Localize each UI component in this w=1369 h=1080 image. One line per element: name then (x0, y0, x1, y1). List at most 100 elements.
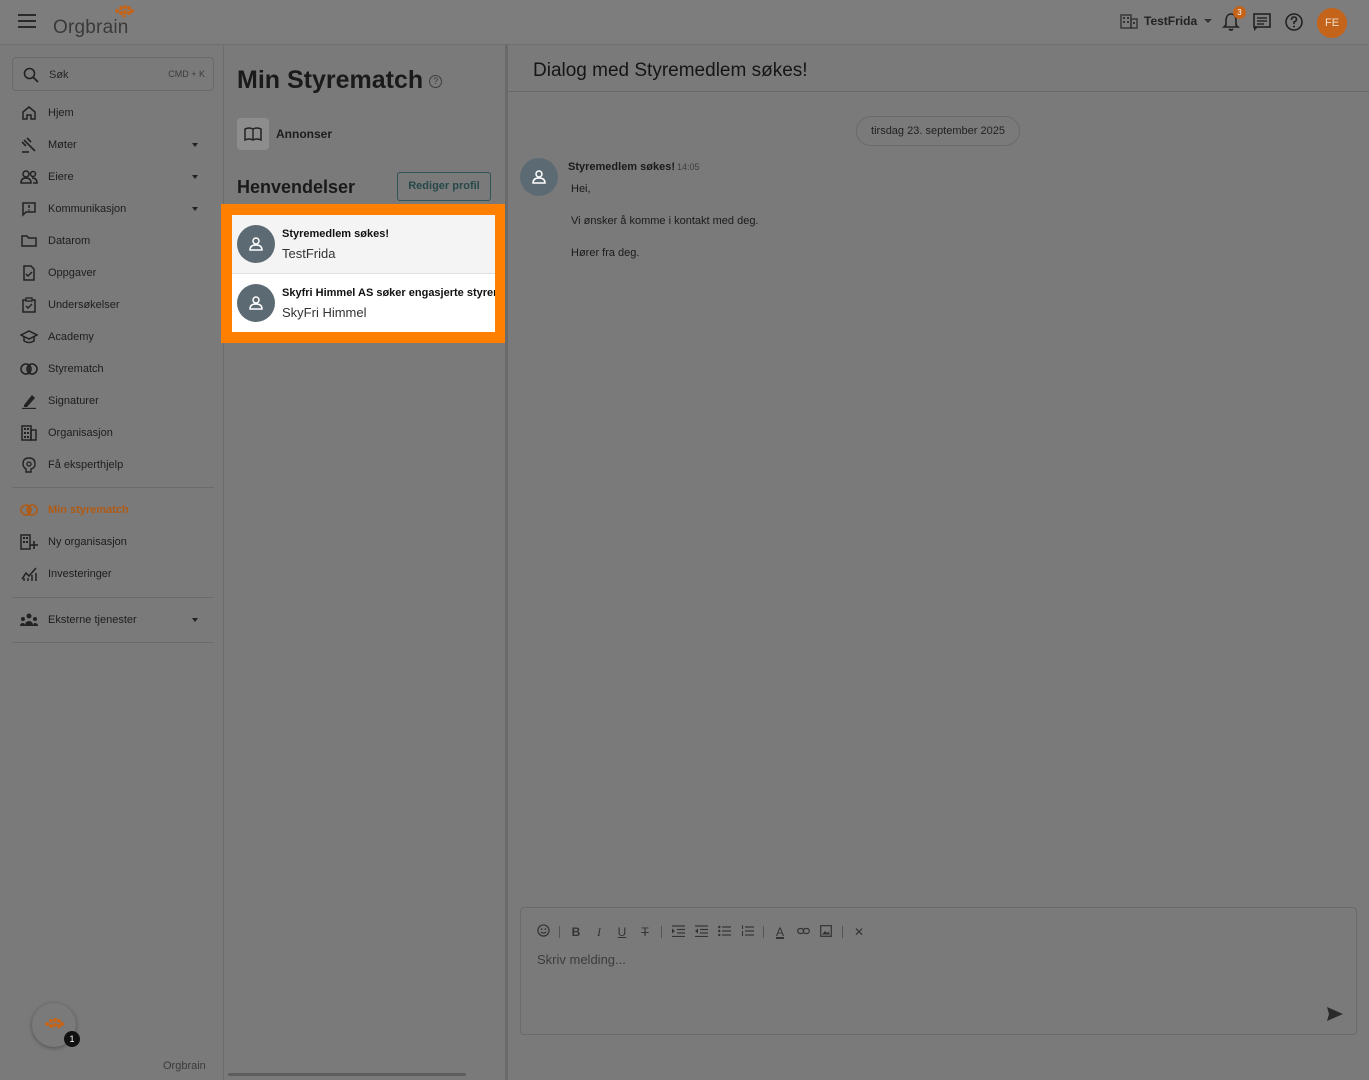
sidebar-item-signaturer[interactable]: Signaturer (0, 385, 224, 417)
message-sender: Styremedlem søkes! (568, 161, 675, 173)
home-icon (20, 104, 38, 122)
app-logo[interactable]: Orgbrain (53, 5, 134, 39)
sidebar-item-label: Eiere (48, 171, 74, 183)
image-icon[interactable] (819, 924, 833, 940)
secondary-nav: Min styrematch Ny organisasjon Investeri… (0, 494, 224, 590)
indent-icon[interactable] (671, 924, 685, 940)
chevron-down-icon (192, 618, 198, 622)
building-icon (20, 424, 38, 442)
chat-header: Dialog med Styremedlem søkes! (508, 45, 1369, 92)
sidebar-item-label: Investeringer (48, 568, 112, 580)
sidebar-item-organisasjon[interactable]: Organisasjon (0, 417, 224, 449)
formatting-toolbar: B I U T A ✕ (536, 924, 875, 940)
sidebar-item-min-styrematch[interactable]: Min styrematch (0, 494, 224, 526)
sidebar-item-undersokelser[interactable]: Undersøkelser (0, 289, 224, 321)
sidebar-item-styrematch[interactable]: Styrematch (0, 353, 224, 385)
sidebar-item-eksterne-tjenester[interactable]: Eksterne tjenester (0, 604, 224, 636)
horizontal-scrollbar[interactable] (228, 1073, 466, 1076)
italic-icon[interactable]: I (592, 925, 606, 940)
messages-icon[interactable] (1252, 12, 1272, 32)
styrematch-icon (20, 501, 38, 519)
menu-icon[interactable] (18, 14, 36, 28)
expert-help-icon (20, 456, 38, 474)
survey-icon (20, 296, 38, 314)
org-switcher[interactable]: TestFrida (1120, 13, 1213, 29)
folder-icon (20, 232, 38, 250)
edit-profile-button[interactable]: Rediger profil (397, 172, 491, 201)
sidebar-item-hjem[interactable]: Hjem (0, 97, 224, 129)
signature-icon (20, 392, 38, 410)
gavel-icon (20, 136, 38, 154)
numbered-list-icon[interactable] (740, 925, 754, 940)
sidebar-item-label: Eksterne tjenester (48, 614, 137, 626)
message-time: 14:05 (677, 162, 700, 172)
date-separator: tirsdag 23. september 2025 (856, 116, 1020, 146)
clear-format-icon[interactable]: ✕ (852, 925, 866, 939)
message-line: Vi ønsker å komme i kontakt med deg. (571, 215, 759, 227)
text-color-icon[interactable]: A (773, 925, 787, 939)
sidebar-item-eksperthjelp[interactable]: Få eksperthjelp (0, 449, 224, 481)
sidebar-item-label: Undersøkelser (48, 299, 120, 311)
sidebar-item-ny-organisasjon[interactable]: Ny organisasjon (0, 526, 224, 558)
page-title-text: Min Styrematch (237, 66, 424, 94)
chevron-down-icon (192, 143, 198, 147)
sidebar-item-oppgaver[interactable]: Oppgaver (0, 257, 224, 289)
sidebar-item-label: Hjem (48, 107, 74, 119)
sidebar-item-investeringer[interactable]: Investeringer (0, 558, 224, 590)
annonser-link[interactable]: Annonser (237, 118, 332, 150)
page-title: Min Styrematch? (237, 66, 443, 95)
emoji-icon[interactable] (536, 924, 550, 940)
user-avatar[interactable]: FE (1317, 8, 1347, 38)
search-icon (23, 67, 39, 83)
outdent-icon[interactable] (694, 924, 708, 940)
chat-title: Dialog med Styremedlem søkes! (533, 60, 808, 81)
styrematch-icon (20, 360, 38, 378)
chevron-down-icon (192, 175, 198, 179)
tertiary-nav: Eksterne tjenester (0, 604, 224, 636)
sidebar-item-eiere[interactable]: Eiere (0, 161, 224, 193)
brain-logo-icon (115, 5, 134, 18)
sidebar-item-label: Få eksperthjelp (48, 459, 124, 471)
sidebar-item-datarom[interactable]: Datarom (0, 225, 224, 257)
sidebar-item-moter[interactable]: Møter (0, 129, 224, 161)
brain-logo-icon (45, 1018, 64, 1028)
people-icon (20, 168, 38, 186)
chevron-down-icon (192, 207, 198, 211)
org-name: TestFrida (1144, 14, 1198, 28)
annonser-label: Annonser (276, 127, 333, 141)
sidebar-item-label: Møter (48, 139, 77, 151)
message-composer[interactable]: B I U T A ✕ Skriv melding... (520, 907, 1357, 1035)
help-icon[interactable]: ? (429, 74, 443, 88)
new-building-icon (20, 533, 38, 551)
graduation-cap-icon (20, 328, 38, 346)
send-icon[interactable] (1326, 1006, 1344, 1022)
link-icon[interactable] (796, 925, 810, 939)
toolbar-separator (763, 926, 764, 938)
help-chat-button[interactable]: 1 (32, 1003, 80, 1047)
main-nav: Hjem Møter Eiere Kommunikasjon Datarom O… (0, 97, 224, 481)
sidebar-item-academy[interactable]: Academy (0, 321, 224, 353)
bullet-list-icon[interactable] (717, 925, 731, 940)
building-icon (1120, 14, 1138, 29)
person-icon (532, 170, 546, 184)
message-avatar (520, 158, 558, 196)
chat-panel: Dialog med Styremedlem søkes! tirsdag 23… (508, 45, 1369, 1080)
help-badge: 1 (64, 1031, 80, 1047)
toolbar-separator (842, 926, 843, 938)
search-box[interactable]: Søk CMD + K (12, 57, 214, 91)
message-input[interactable]: Skriv melding... (537, 952, 626, 967)
sidebar-item-kommunikasjon[interactable]: Kommunikasjon (0, 193, 224, 225)
underline-icon[interactable]: U (615, 925, 629, 939)
sidebar: Søk CMD + K Hjem Møter Eiere Kommunikasj… (0, 45, 224, 1080)
henvendelser-heading: Henvendelser (237, 177, 356, 197)
sidebar-divider (12, 642, 214, 643)
chat-icon (20, 200, 38, 218)
search-shortcut: CMD + K (168, 69, 205, 79)
sidebar-item-label: Organisasjon (48, 427, 113, 439)
strikethrough-icon[interactable]: T (638, 925, 652, 939)
bold-icon[interactable]: B (569, 925, 583, 939)
help-circle-icon[interactable] (1284, 12, 1304, 32)
sidebar-item-label: Styrematch (48, 363, 104, 375)
chevron-down-icon (1204, 19, 1213, 23)
sidebar-item-label: Oppgaver (48, 267, 97, 279)
